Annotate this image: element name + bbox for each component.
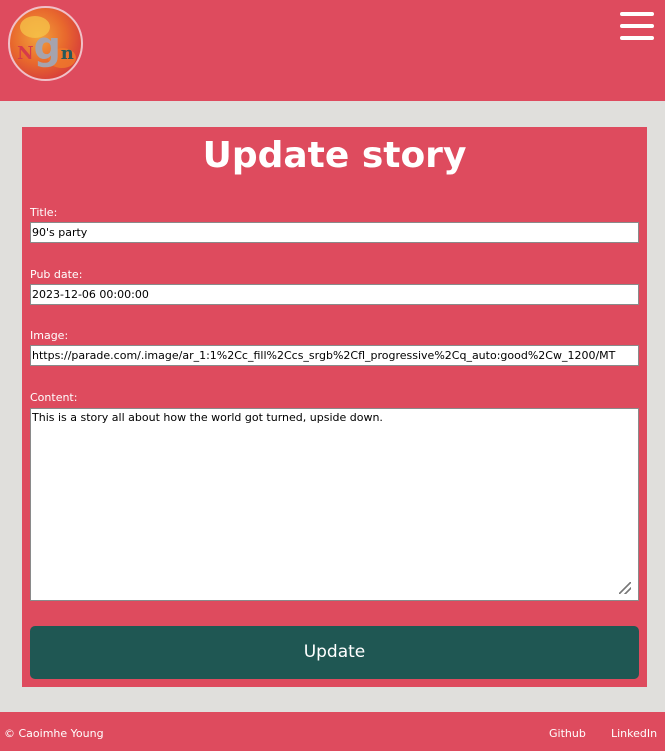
hamburger-menu-icon[interactable] bbox=[620, 12, 654, 42]
logo-lettering: Ngn bbox=[10, 24, 81, 68]
site-logo[interactable]: Ngn bbox=[8, 6, 83, 81]
update-story-form: Update story Title: 90's party Pub date:… bbox=[22, 127, 647, 687]
image-label: Image: bbox=[30, 329, 69, 342]
logo-letter: N bbox=[17, 43, 34, 64]
update-button[interactable]: Update bbox=[30, 626, 639, 679]
menu-bar bbox=[620, 36, 654, 40]
logo-letter: g bbox=[33, 24, 61, 68]
content-textarea[interactable]: This is a story all about how the world … bbox=[30, 408, 639, 601]
image-url-input[interactable]: https://parade.com/.image/ar_1:1%2Cc_fil… bbox=[30, 345, 639, 366]
github-link[interactable]: Github bbox=[549, 727, 586, 740]
title-input[interactable]: 90's party bbox=[30, 222, 639, 243]
menu-bar bbox=[620, 12, 654, 16]
linkedin-link[interactable]: LinkedIn bbox=[611, 727, 657, 740]
pub-date-label: Pub date: bbox=[30, 268, 83, 281]
site-header: Ngn bbox=[0, 0, 665, 101]
content-label: Content: bbox=[30, 391, 78, 404]
page-title: Update story bbox=[202, 135, 467, 176]
resize-handle-icon[interactable] bbox=[619, 582, 631, 594]
menu-bar bbox=[620, 24, 654, 28]
copyright-text: © Caoimhe Young bbox=[4, 727, 104, 740]
title-label: Title: bbox=[30, 206, 58, 219]
pub-date-input[interactable]: 2023-12-06 00:00:00 bbox=[30, 284, 639, 305]
site-footer: © Caoimhe Young Github LinkedIn bbox=[0, 712, 665, 751]
logo-letter: n bbox=[60, 43, 74, 64]
